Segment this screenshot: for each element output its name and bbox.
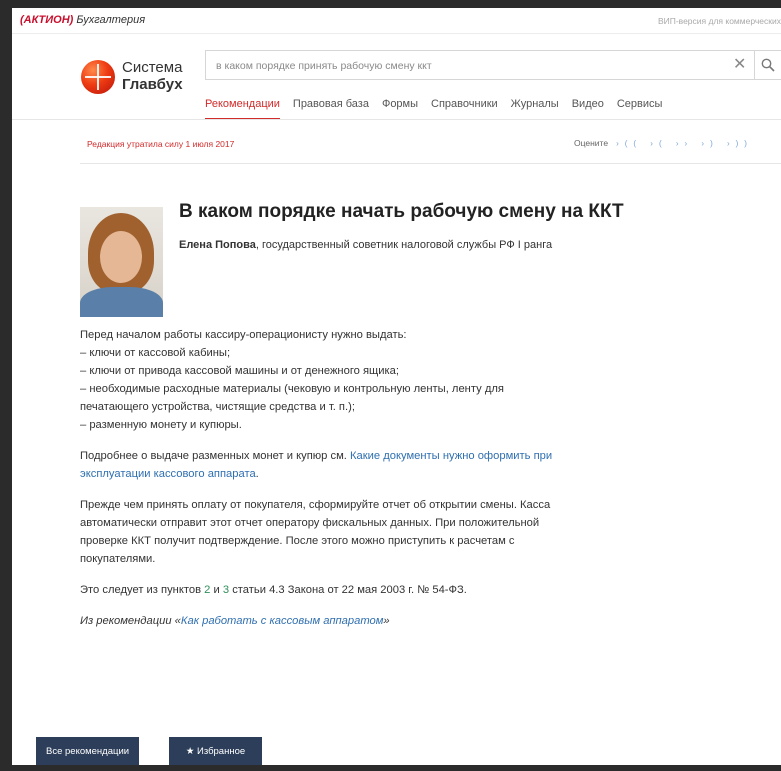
paragraph-line: Прежде чем принять оплату от покупателя,… xyxy=(80,499,551,511)
article-author: Елена Попова, государственный советник н… xyxy=(179,239,552,251)
main-nav: Рекомендации Правовая база Формы Справочник… xyxy=(205,94,675,120)
tab-recommendations[interactable]: Рекомендации xyxy=(205,98,280,120)
search-divider xyxy=(754,51,755,79)
search-icon[interactable] xyxy=(761,58,775,72)
link-cash-register-guide[interactable]: Как работать с кассовым аппаратом xyxy=(181,615,384,627)
glavbukh-logo-text[interactable]: Система Главбух xyxy=(122,59,183,93)
tab-forms[interactable]: Формы xyxy=(382,98,418,118)
logo-line-2: Главбух xyxy=(122,76,183,93)
vip-version-link[interactable]: ВИП-версия для коммерческих xyxy=(658,16,781,26)
author-name: Елена Попова xyxy=(179,239,256,251)
brand-sub: Бухгалтерия xyxy=(76,14,146,26)
paragraph-line: – разменную монету и купюры. xyxy=(80,419,242,431)
rating-label: Оцените xyxy=(574,138,609,148)
favorites-label: Избранное xyxy=(197,746,246,757)
paragraph-line: покупателями. xyxy=(80,553,156,565)
paragraph-line: Подробнее о выдаче разменных монет и куп… xyxy=(80,450,553,462)
paragraph-line: Из рекомендации «Как работать с кассовым… xyxy=(80,615,390,627)
author-photo xyxy=(80,207,163,317)
star-icon: ★ xyxy=(185,746,195,757)
logo-line-1: Система xyxy=(122,59,183,76)
rating-arrows-icon[interactable]: ›(( ›( ›› ›) ›)) xyxy=(616,139,753,148)
tab-reference[interactable]: Справочники xyxy=(431,98,498,118)
paragraph-line: печатающего устройства, чистящие средств… xyxy=(80,401,355,413)
paragraph-line: Это следует из пунктов 2 и 3 статьи 4.3 … xyxy=(80,584,467,596)
paragraph-line: Перед началом работы кассиру-операционис… xyxy=(80,329,407,341)
brand-main: (АКТИОН) xyxy=(20,14,74,26)
brand-logo[interactable]: (АКТИОН) Бухгалтерия xyxy=(20,14,145,26)
article-title: В каком порядке начать рабочую смену на … xyxy=(179,201,624,222)
paragraph-line: – ключи от привода кассовой машины и от … xyxy=(80,365,399,377)
app-window: (АКТИОН) Бухгалтерия ВИП-версия для комме… xyxy=(12,8,781,765)
article-body: Перед началом работы кассиру-операционис… xyxy=(80,326,680,630)
tab-journals[interactable]: Журналы xyxy=(511,98,559,118)
favorites-button[interactable]: ★ Избранное xyxy=(169,737,262,765)
clear-search-icon[interactable]: ✕ xyxy=(733,56,746,74)
content-divider xyxy=(80,163,781,164)
search-input[interactable] xyxy=(216,57,716,75)
tab-legal-base[interactable]: Правовая база xyxy=(293,98,369,118)
paragraph-line: – ключи от кассовой кабины; xyxy=(80,347,231,359)
all-recommendations-button[interactable]: Все рекомендации xyxy=(36,737,140,765)
paragraph-line: эксплуатации кассового аппарата. xyxy=(80,468,259,480)
author-role: , государственный советник налоговой слу… xyxy=(255,239,553,251)
edition-notice: Редакция утратила силу 1 июля 2017 xyxy=(87,139,235,149)
search-box: ✕ xyxy=(205,50,781,80)
paragraph-line: – необходимые расходные материалы (чеков… xyxy=(80,383,504,395)
top-strip: (АКТИОН) Бухгалтерия ВИП-версия для комме… xyxy=(12,8,781,34)
paragraph-line: автоматически отправит этот отчет операт… xyxy=(80,517,540,529)
link-cash-documents[interactable]: Какие документы нужно оформить при xyxy=(350,450,552,462)
nav-divider xyxy=(12,119,781,120)
tab-services[interactable]: Сервисы xyxy=(617,98,663,118)
paragraph-line: проверке ККТ получит подтверждение. Посл… xyxy=(80,535,515,547)
tab-video[interactable]: Видео xyxy=(572,98,604,118)
link-cash-documents-cont[interactable]: эксплуатации кассового аппарата xyxy=(80,468,256,480)
rating-widget: Оцените ›(( ›( ›› ›) ›)) xyxy=(574,138,753,148)
glavbukh-logo-icon[interactable] xyxy=(81,60,115,94)
